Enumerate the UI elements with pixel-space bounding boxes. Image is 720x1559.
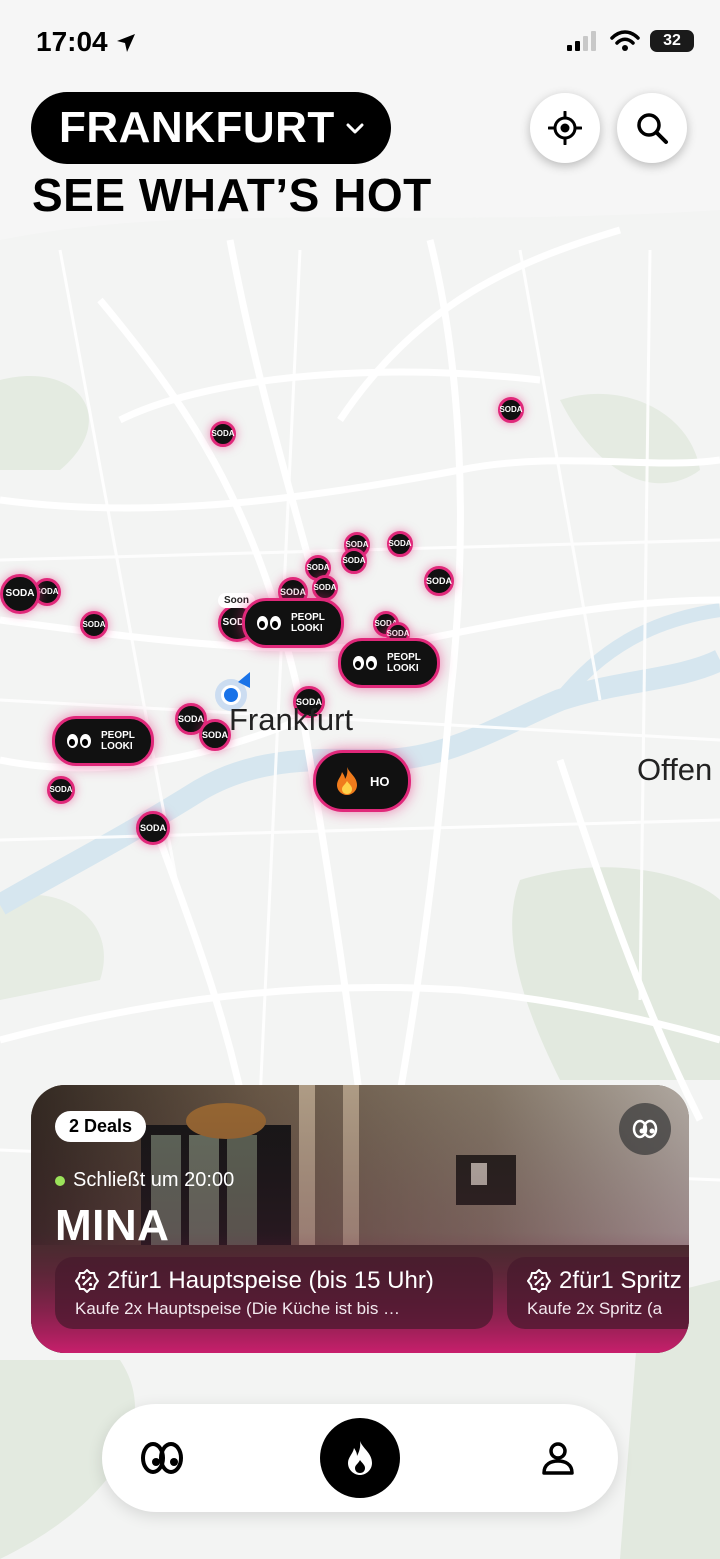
page-headline: SEE WHAT’S HOT — [32, 169, 432, 221]
status-time: 17:04 — [36, 26, 137, 58]
hot-label: HO — [370, 773, 390, 789]
venue-marker[interactable]: SODA — [387, 531, 413, 557]
venue-marker[interactable]: SODA — [424, 566, 454, 596]
bottom-tab-bar — [102, 1404, 618, 1512]
open-status-dot — [55, 1175, 65, 1186]
venue-marker[interactable]: SODA — [210, 421, 236, 447]
eyes-icon — [632, 1119, 658, 1139]
venue-marker[interactable]: SODA — [199, 719, 231, 751]
people-looking-marker[interactable]: PEOPL LOOKI — [242, 598, 344, 648]
venue-marker[interactable]: SODA — [0, 574, 40, 614]
venue-card[interactable]: 2 Deals Schließt um 20:00 MINA 2für1 Hau… — [31, 1085, 689, 1353]
watch-venue-button[interactable] — [619, 1103, 671, 1155]
location-arrow-icon — [117, 34, 136, 52]
eyes-icon — [257, 616, 281, 630]
venue-marker[interactable]: SODA — [498, 397, 524, 423]
crosshair-icon — [548, 111, 582, 145]
status-icons: 32 — [566, 30, 694, 52]
tab-watchlist[interactable] — [122, 1418, 202, 1498]
flame-icon — [348, 1441, 372, 1475]
people-looking-label: PEOPL LOOKI — [387, 652, 421, 674]
signal-icon — [567, 31, 596, 51]
eyes-icon — [67, 734, 91, 748]
search-button[interactable] — [617, 93, 687, 163]
map-city-label: Offen — [637, 752, 713, 787]
venue-marker[interactable]: SODA — [341, 548, 367, 574]
deal-subtitle: Kaufe 2x Hauptspeise (Die Küche ist bis … — [75, 1299, 401, 1318]
user-icon — [542, 1442, 574, 1475]
eyes-icon — [353, 656, 377, 670]
battery-indicator: 32 — [650, 30, 694, 52]
deal-card[interactable]: 2für1 Spritz Kaufe 2x Spritz (a — [507, 1257, 689, 1329]
deals-count-badge: 2 Deals — [55, 1111, 147, 1142]
venue-marker[interactable]: SODA — [136, 811, 170, 845]
people-looking-label: PEOPL LOOKI — [101, 730, 135, 752]
people-looking-marker[interactable]: PEOPL LOOKI — [52, 716, 154, 766]
venue-name: MINA — [55, 1201, 170, 1250]
map-city-label: Frankfurt — [229, 702, 354, 737]
tab-profile[interactable] — [518, 1418, 598, 1498]
search-icon — [637, 113, 668, 144]
closing-time: Schließt um 20:00 — [55, 1169, 234, 1192]
chevron-down-icon — [346, 123, 364, 134]
wifi-icon — [610, 30, 640, 51]
eyes-icon — [141, 1442, 183, 1474]
people-looking-marker[interactable]: PEOPL LOOKI — [338, 638, 440, 688]
hot-marker[interactable]: HO — [313, 750, 411, 812]
venue-marker[interactable]: SODA — [47, 776, 75, 804]
venue-marker[interactable]: SODA — [80, 611, 108, 639]
tab-hot[interactable] — [320, 1418, 400, 1498]
people-looking-label: PEOPL LOOKI — [291, 612, 325, 634]
deal-card[interactable]: 2für1 Hauptspeise (bis 15 Uhr) Kaufe 2x … — [55, 1257, 493, 1329]
percent-badge-icon — [527, 1269, 551, 1293]
city-name: FRANKFURT — [59, 103, 335, 152]
deal-subtitle: Kaufe 2x Spritz (a — [527, 1299, 663, 1318]
city-selector[interactable]: FRANKFURT — [31, 92, 391, 164]
percent-badge-icon — [75, 1269, 99, 1293]
flame-icon — [337, 767, 357, 795]
locate-me-button[interactable] — [530, 93, 600, 163]
status-bar: 17:04 32 — [0, 0, 720, 80]
